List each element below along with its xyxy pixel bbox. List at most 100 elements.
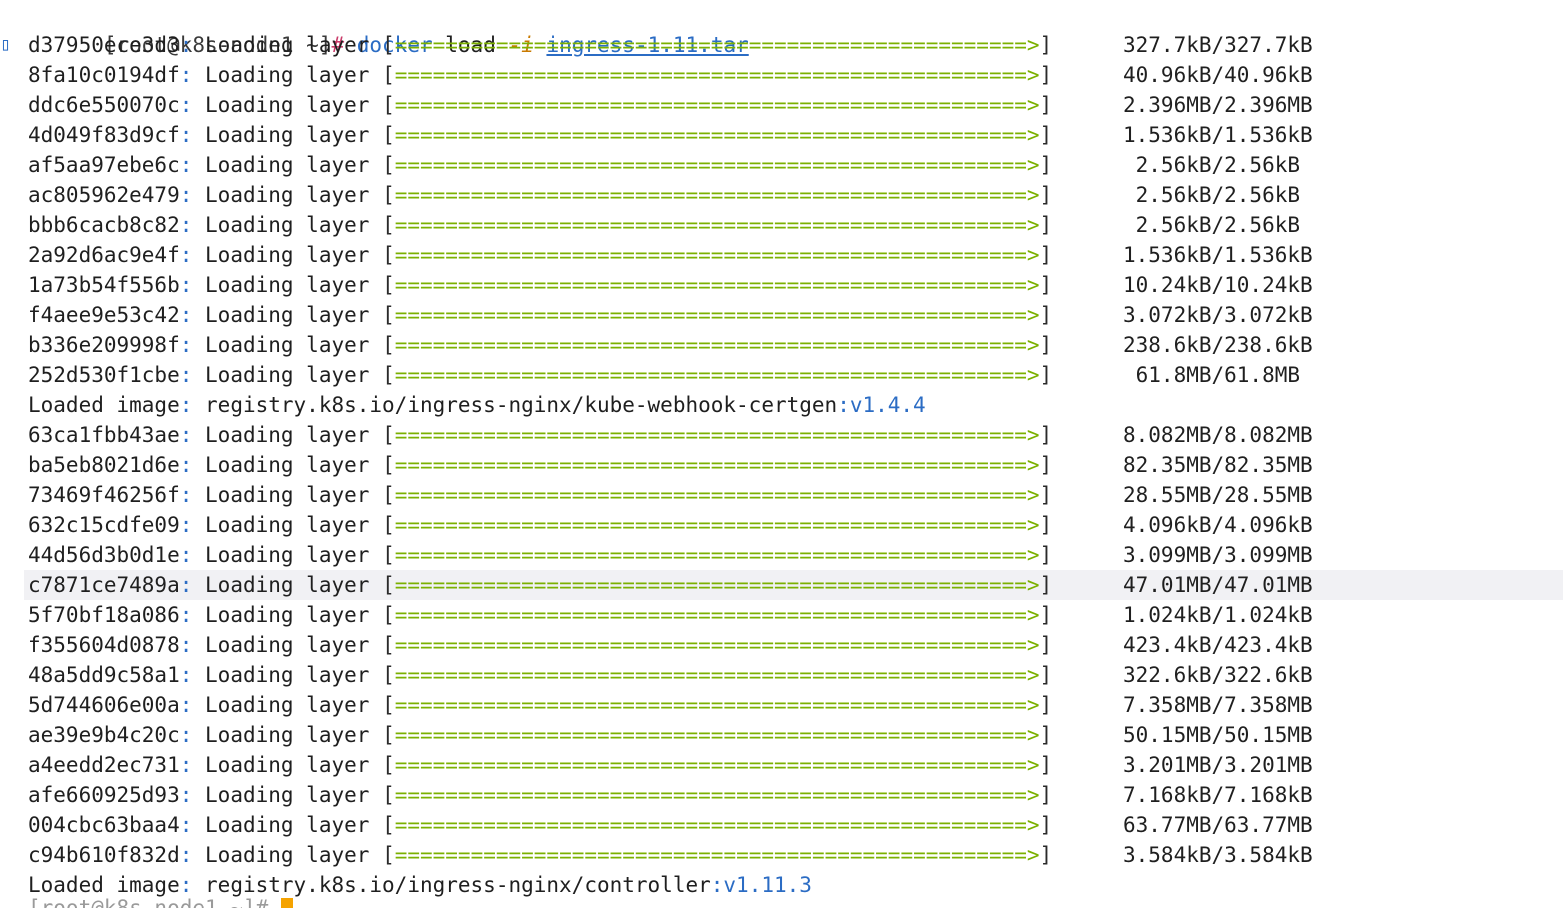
layer-id[interactable]: ae39e9b4c20c [28,723,180,747]
progress-bar: ========================================… [394,123,1040,147]
layer-size: 28.55MB/28.55MB [1123,483,1313,507]
layer-row: b336e209998f: Loading layer [===========… [0,330,1563,360]
layer-id[interactable]: 1a73b54f556b [28,273,180,297]
layer-id[interactable]: ac805962e479 [28,183,180,207]
layer-size: 63.77MB/63.77MB [1123,813,1313,837]
layer-id[interactable]: 004cbc63baa4 [28,813,180,837]
layer-size: 2.56kB/2.56kB [1123,153,1301,177]
loading-label: Loading layer [205,543,370,567]
loaded-label: Loaded image [28,393,180,417]
layer-id[interactable]: ddc6e550070c [28,93,180,117]
layer-row: 252d530f1cbe: Loading layer [===========… [0,360,1563,390]
loading-label: Loading layer [205,183,370,207]
layer-id[interactable]: bbb6cacb8c82 [28,213,180,237]
progress-bar: ========================================… [394,693,1040,717]
layer-id[interactable]: c94b610f832d [28,843,180,867]
layer-size: 322.6kB/322.6kB [1123,663,1313,687]
progress-bar: ========================================… [394,153,1040,177]
layer-size: 47.01MB/47.01MB [1123,573,1313,597]
loading-label: Loading layer [205,273,370,297]
progress-bar: ========================================… [394,813,1040,837]
loading-label: Loading layer [205,723,370,747]
layer-size: 7.358MB/7.358MB [1123,693,1313,717]
layer-id[interactable]: 73469f46256f [28,483,180,507]
layer-id[interactable]: af5aa97ebe6c [28,153,180,177]
layer-row: ddc6e550070c: Loading layer [===========… [0,90,1563,120]
layer-row: bbb6cacb8c82: Loading layer [===========… [0,210,1563,240]
layer-id[interactable]: 5f70bf18a086 [28,603,180,627]
progress-bar: ========================================… [394,573,1040,597]
loaded-image-name[interactable]: registry.k8s.io/ingress-nginx/kube-webho… [205,393,837,417]
loaded-image-tag: :v1.4.4 [837,393,926,417]
layer-id[interactable]: 8fa10c0194df [28,63,180,87]
progress-bar: ========================================… [394,753,1040,777]
layer-size: 7.168kB/7.168kB [1123,783,1313,807]
layer-id[interactable]: ba5eb8021d6e [28,453,180,477]
loading-label: Loading layer [205,213,370,237]
layer-id[interactable]: d37950ece3d3 [28,33,180,57]
progress-bar: ========================================… [394,483,1040,507]
progress-bar: ========================================… [394,603,1040,627]
loading-label: Loading layer [205,513,370,537]
loading-label: Loading layer [205,33,370,57]
loading-label: Loading layer [205,123,370,147]
layer-size: 61.8MB/61.8MB [1123,363,1301,387]
layer-size: 50.15MB/50.15MB [1123,723,1313,747]
next-prompt-line[interactable]: [root@k8s-node1 ~]# [0,893,1563,908]
layer-row: 4d049f83d9cf: Loading layer [===========… [0,120,1563,150]
progress-bar: ========================================… [394,333,1040,357]
layer-id[interactable]: c7871ce7489a [28,573,180,597]
layer-size: 2.396MB/2.396MB [1123,93,1313,117]
loading-label: Loading layer [205,153,370,177]
layer-id[interactable]: afe660925d93 [28,783,180,807]
loaded-image-line-1: Loaded image: registry.k8s.io/ingress-ng… [28,393,926,417]
layer-id[interactable]: 2a92d6ac9e4f [28,243,180,267]
layer-row: 004cbc63baa4: Loading layer [===========… [0,810,1563,840]
progress-bar: ========================================… [394,93,1040,117]
layer-id[interactable]: b336e209998f [28,333,180,357]
layer-id[interactable]: f355604d0878 [28,633,180,657]
layer-id[interactable]: 632c15cdfe09 [28,513,180,537]
layer-id[interactable]: a4eedd2ec731 [28,753,180,777]
layer-row: 44d56d3b0d1e: Loading layer [===========… [0,540,1563,570]
layer-size: 82.35MB/82.35MB [1123,453,1313,477]
progress-bar: ========================================… [394,63,1040,87]
loading-label: Loading layer [205,603,370,627]
layer-id[interactable]: f4aee9e53c42 [28,303,180,327]
prompt-line: ▯ [root@k8s-node1 ~]# docker load -i ing… [0,0,1563,57]
loading-label: Loading layer [205,633,370,657]
layer-id[interactable]: 44d56d3b0d1e [28,543,180,567]
layer-row: d37950ece3d3: Loading layer [===========… [0,30,1563,60]
loading-label: Loading layer [205,423,370,447]
terminal-window[interactable]: ▯ [root@k8s-node1 ~]# docker load -i ing… [0,0,1563,908]
layer-row: 2a92d6ac9e4f: Loading layer [===========… [0,240,1563,270]
layer-row: ac805962e479: Loading layer [===========… [0,180,1563,210]
layer-row: 1a73b54f556b: Loading layer [===========… [0,270,1563,300]
layer-size: 1.536kB/1.536kB [1123,243,1313,267]
layer-size: 3.099MB/3.099MB [1123,543,1313,567]
loading-label: Loading layer [205,783,370,807]
layer-row: 5f70bf18a086: Loading layer [===========… [0,600,1563,630]
layer-size: 2.56kB/2.56kB [1123,213,1301,237]
layer-id[interactable]: 48a5dd9c58a1 [28,663,180,687]
progress-bar: ========================================… [394,633,1040,657]
layer-size: 1.024kB/1.024kB [1123,603,1313,627]
loading-label: Loading layer [205,813,370,837]
layer-id[interactable]: 5d744606e00a [28,693,180,717]
layer-row: ba5eb8021d6e: Loading layer [===========… [0,450,1563,480]
progress-bar: ========================================… [394,453,1040,477]
layer-row: c94b610f832d: Loading layer [===========… [0,840,1563,870]
layer-row: f355604d0878: Loading layer [===========… [0,630,1563,660]
progress-bar: ========================================… [394,663,1040,687]
layer-id[interactable]: 252d530f1cbe [28,363,180,387]
loading-label: Loading layer [205,453,370,477]
layer-id[interactable]: 63ca1fbb43ae [28,423,180,447]
layer-id[interactable]: 4d049f83d9cf [28,123,180,147]
layer-size: 238.6kB/238.6kB [1123,333,1313,357]
loading-label: Loading layer [205,333,370,357]
layer-size: 423.4kB/423.4kB [1123,633,1313,657]
progress-bar: ========================================… [394,183,1040,207]
layer-row: c7871ce7489a: Loading layer [===========… [0,570,1563,600]
layer-size: 2.56kB/2.56kB [1123,183,1301,207]
layer-row: afe660925d93: Loading layer [===========… [0,780,1563,810]
